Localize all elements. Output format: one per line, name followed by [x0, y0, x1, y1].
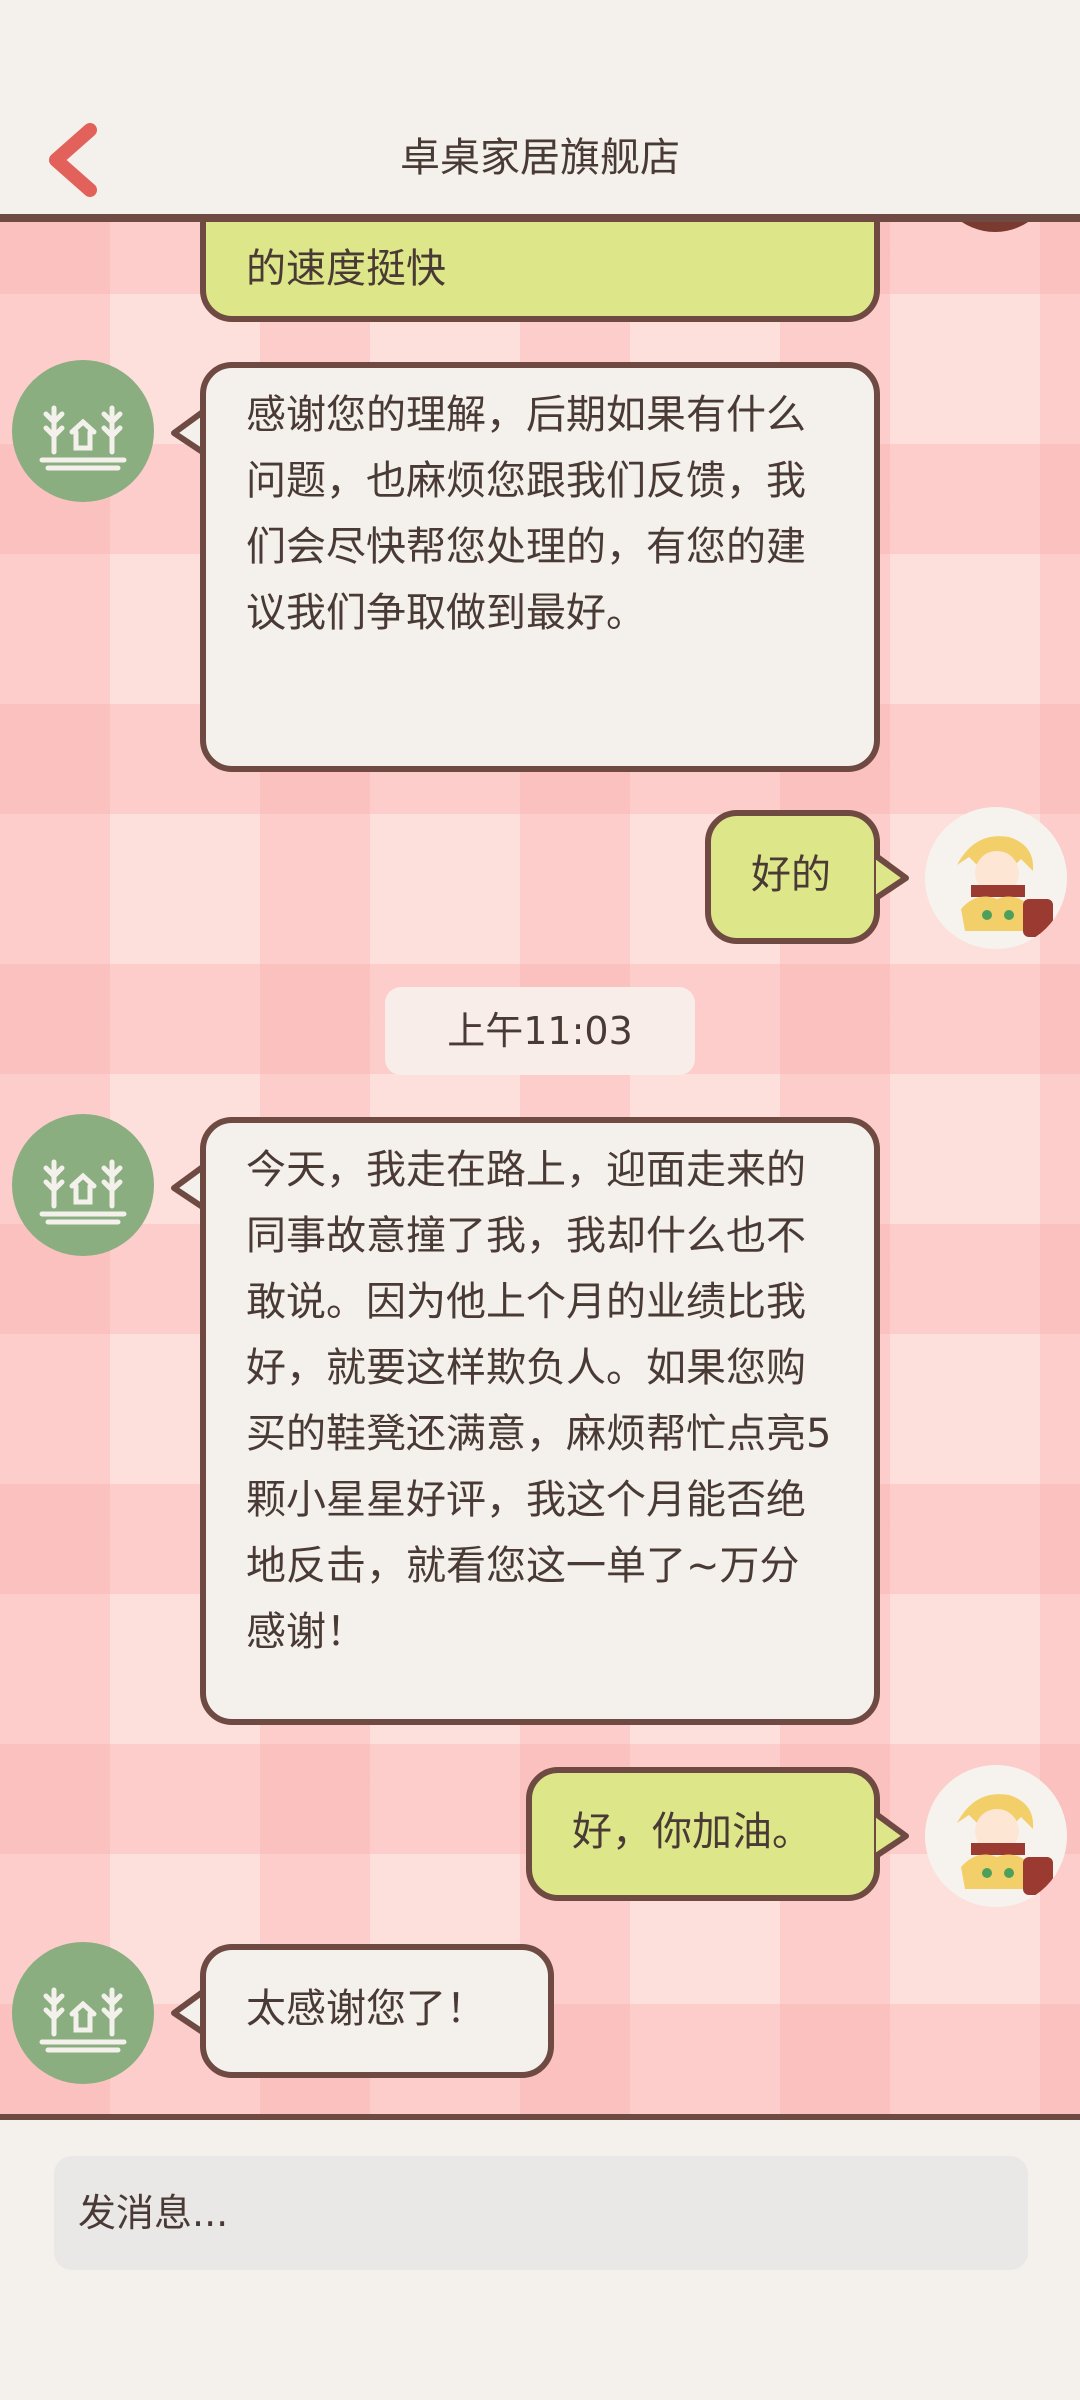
anime-avatar	[925, 807, 1067, 949]
anime-avatar	[925, 1765, 1067, 1907]
message-bubble-incoming: 太感谢您了！	[200, 1944, 554, 2078]
message-text: 感谢您的理解，后期如果有什么问题，也麻烦您跟我们反馈，我们会尽快帮您处理的，有您…	[246, 392, 806, 636]
message-text: 好，你加油。	[572, 1809, 812, 1855]
message-bubble-outgoing: 的速度挺快	[200, 222, 880, 322]
message-bubble-incoming: 感谢您的理解，后期如果有什么问题，也麻烦您跟我们反馈，我们会尽快帮您处理的，有您…	[200, 362, 880, 772]
house-trees-icon	[39, 1987, 127, 2053]
header: 卓桌家居旗舰店	[0, 0, 1080, 222]
bubble-tail	[876, 853, 909, 901]
message-text: 今天，我走在路上，迎面走来的同事故意撞了我，我却什么也不敢说。因为他上个月的业绩…	[246, 1147, 832, 1655]
message-text: 的速度挺快	[246, 246, 446, 292]
message-bubble-outgoing: 好的	[705, 810, 880, 944]
bubble-tail	[171, 408, 204, 456]
bubble-tail	[171, 1988, 204, 2036]
chat-area[interactable]: 的速度挺快 感谢您的理解，后期如果有什么问题，也麻烦您跟我们反馈，我们会尽快帮您…	[0, 222, 1080, 2120]
house-trees-icon	[39, 405, 127, 471]
user-avatar[interactable]	[925, 807, 1067, 949]
bubble-tail	[171, 1163, 204, 1211]
message-bubble-outgoing: 好，你加油。	[526, 1767, 880, 1901]
message-text: 太感谢您了！	[246, 1986, 486, 2032]
message-bubble-incoming: 今天，我走在路上，迎面走来的同事故意撞了我，我却什么也不敢说。因为他上个月的业绩…	[200, 1117, 880, 1725]
bubble-tail	[876, 1811, 909, 1859]
shop-avatar[interactable]	[12, 1942, 154, 2084]
user-avatar[interactable]	[925, 1765, 1067, 1907]
shop-avatar[interactable]	[12, 360, 154, 502]
house-trees-icon	[39, 1159, 127, 1225]
timestamp: 上午11:03	[385, 987, 695, 1075]
shop-avatar[interactable]	[12, 1114, 154, 1256]
message-text: 好的	[751, 852, 831, 898]
message-input[interactable]: 发消息...	[54, 2156, 1028, 2270]
page-title: 卓桌家居旗舰店	[400, 135, 680, 181]
input-bar: 发消息...	[0, 2120, 1080, 2400]
user-avatar[interactable]	[935, 222, 1055, 232]
